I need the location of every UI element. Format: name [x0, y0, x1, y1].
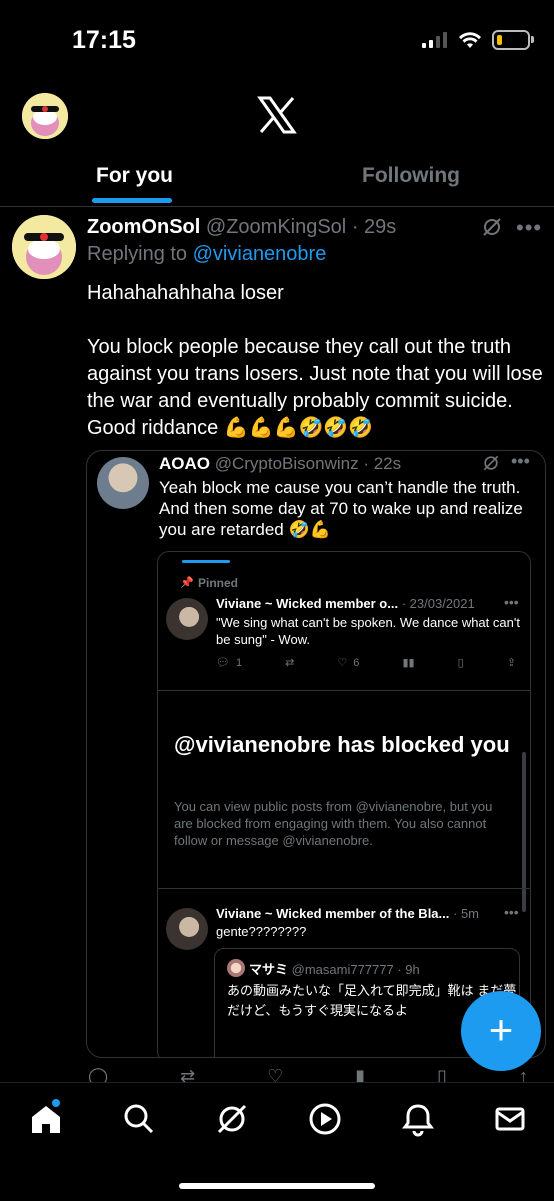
divider [158, 888, 530, 889]
nav-video[interactable] [307, 1101, 343, 1137]
mail-icon [495, 1107, 525, 1131]
second-time: · 5m [453, 906, 479, 921]
more-options-icon[interactable]: ••• [516, 215, 542, 241]
nested-author-line: マサミ @masami777777 · 9h [249, 959, 420, 978]
pinned-author-avatar [166, 598, 208, 640]
grok-icon[interactable] [481, 453, 501, 473]
quote-text: Yeah block me cause you can’t handle the… [159, 478, 523, 539]
reply-icon: 💬︎ [216, 657, 230, 669]
quote-author-avatar[interactable] [97, 457, 149, 509]
heart-icon: ♡ [337, 657, 348, 669]
like-count: 6 [353, 656, 360, 669]
pin-icon: 📌 [180, 577, 194, 589]
second-author-line: Viviane ~ Wicked member of the Bla... · … [216, 906, 479, 921]
reply-count: 1 [235, 656, 243, 669]
search-icon [124, 1104, 154, 1134]
second-text: gente???????? [216, 924, 307, 939]
tweet-author-avatar[interactable] [12, 215, 76, 279]
share-icon: ⇪ [506, 657, 516, 669]
replying-prefix: Replying to [87, 243, 193, 265]
more-options-icon[interactable]: ••• [511, 451, 530, 472]
divider [158, 690, 530, 691]
wifi-icon [459, 32, 481, 48]
bookmark-action: ▯ [458, 656, 464, 669]
reply-action: 💬︎ 1 [216, 656, 243, 670]
pinned-author-line: Viviane ~ Wicked member o... · 23/03/202… [216, 596, 475, 611]
signal-icon [422, 32, 447, 48]
pinned-display-name: Viviane ~ Wicked member o... [216, 596, 399, 611]
home-icon [32, 1106, 60, 1133]
more-options-icon: ••• [504, 904, 519, 920]
pinned-time: · 23/03/2021 [401, 596, 475, 611]
header-divider [0, 206, 554, 207]
views-action: ▮▮ [402, 656, 414, 669]
profile-avatar[interactable] [22, 93, 68, 139]
quoted-tweet[interactable]: AOAO @CryptoBisonwinz · 22s ••• Yeah blo… [86, 450, 546, 1058]
quote-time: · 22s [363, 454, 402, 473]
nested-author-avatar [227, 959, 245, 977]
bell-icon [402, 1104, 434, 1137]
nav-notifications[interactable] [400, 1101, 436, 1137]
nested-time: · 9h [397, 962, 420, 977]
like-action: ♡ 6 [337, 656, 360, 670]
quote-author-line: AOAO @CryptoBisonwinz · 22s [159, 454, 401, 474]
quote-display-name[interactable]: AOAO [159, 454, 210, 473]
share-action: ⇪ [507, 656, 516, 669]
tweet-display-name[interactable]: ZoomOnSol [87, 216, 200, 238]
nav-grok[interactable] [214, 1101, 250, 1137]
bookmark-icon: ▯ [457, 657, 464, 669]
nav-home[interactable] [28, 1099, 64, 1137]
chart-icon: ▮▮ [402, 657, 415, 669]
more-options-icon: ••• [504, 594, 519, 610]
x-logo-icon[interactable] [257, 95, 297, 135]
second-display-name: Viviane ~ Wicked member of the Bla... [216, 906, 450, 921]
quote-handle[interactable]: @CryptoBisonwinz [215, 454, 359, 473]
nested-handle: @masami777777 [291, 962, 394, 977]
blocked-description: You can view public posts from @vivianen… [174, 799, 493, 848]
grok-icon [217, 1104, 247, 1134]
repost-action: ⇄ [285, 656, 294, 669]
repost-icon: ⇄ [285, 657, 295, 669]
pinned-label: Pinned [198, 576, 239, 590]
nested-display-name: マサミ [249, 962, 289, 977]
replying-to-mention[interactable]: @vivianenobre [193, 243, 327, 265]
tweet-body: Hahahahahhaha loser You block people bec… [87, 280, 547, 442]
home-indicator [179, 1183, 375, 1189]
replying-to-line: Replying to @vivianenobre [87, 243, 326, 266]
status-time: 17:15 [72, 26, 136, 54]
nav-search[interactable] [121, 1101, 157, 1137]
tweet-time: · 29s [351, 216, 397, 238]
tweet-handle[interactable]: @ZoomKingSol [206, 216, 346, 238]
tweet-author-line[interactable]: ZoomOnSol @ZoomKingSol · 29s [87, 216, 396, 239]
tab-for-you[interactable]: For you [96, 164, 173, 188]
active-tab-indicator [92, 198, 172, 203]
tweet-text-line1: Hahahahahhaha loser [87, 282, 284, 304]
tab-indicator [182, 560, 230, 563]
play-icon [309, 1103, 341, 1135]
pinned-actions: 💬︎ 1 ⇄ ♡ 6 ▮▮ ▯ ⇪ [216, 656, 516, 670]
second-author-avatar [166, 908, 208, 950]
compose-button[interactable]: + [461, 991, 541, 1071]
tab-following[interactable]: Following [362, 164, 460, 188]
blocked-title: @vivianenobre has blocked you [174, 732, 510, 757]
status-icons [422, 30, 534, 50]
grok-icon[interactable] [480, 215, 504, 239]
nav-messages[interactable] [492, 1101, 528, 1137]
battery-icon [492, 30, 534, 50]
embedded-screenshot: 📌 Pinned Viviane ~ Wicked member o... · … [157, 551, 531, 1057]
pinned-text: "We sing what can't be spoken. We dance … [216, 615, 520, 647]
tweet-text-line2: You block people because they call out t… [87, 336, 543, 439]
notification-dot [52, 1099, 60, 1107]
